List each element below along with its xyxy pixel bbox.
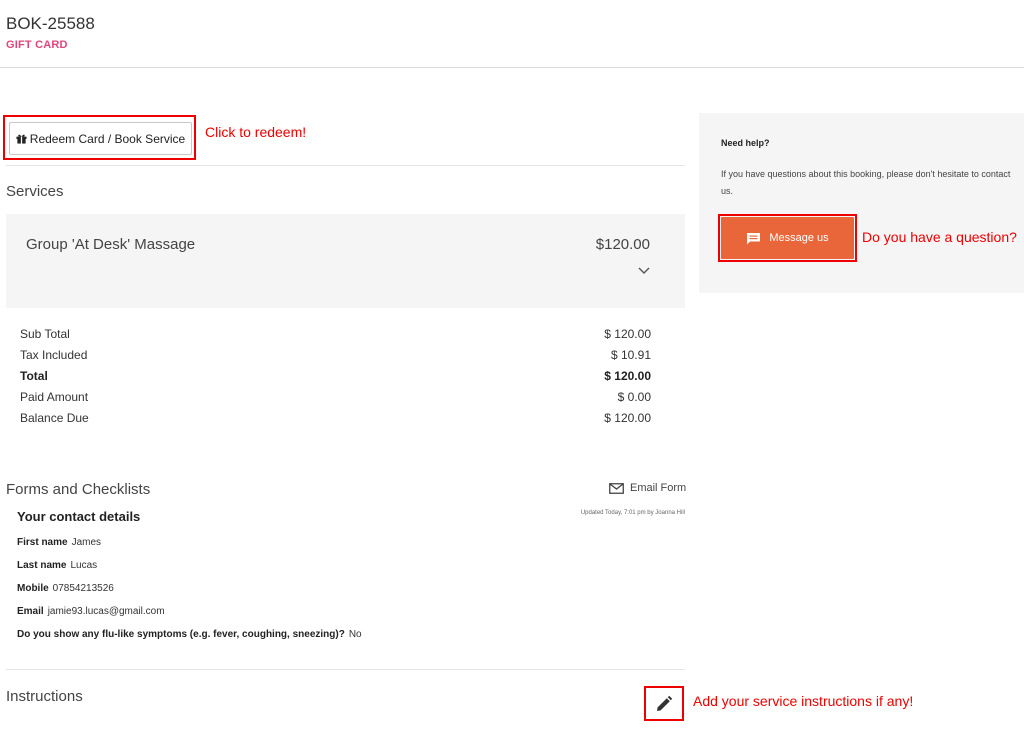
service-price: $120.00 [595,236,650,253]
field-value: jamie93.lucas@gmail.com [47,606,165,617]
message-us-button[interactable]: Message us [721,217,854,259]
email-form-link[interactable]: Email Form [609,482,686,494]
redeem-button[interactable]: Redeem Card / Book Service [9,122,192,155]
help-title: Need help? [721,138,770,148]
field-value: 07854213526 [52,583,114,594]
totals-table: Sub Total $ 120.00 Tax Included $ 10.91 … [20,324,651,428]
booking-header: BOK-25588 GIFT CARD [0,0,1024,68]
message-icon [747,232,761,244]
instructions-annotation: Add your service instructions if any! [693,693,914,709]
field-mobile: Mobile 07854213526 [17,583,114,594]
booking-type-label: GIFT CARD [6,39,68,51]
booking-id: BOK-25588 [6,14,95,33]
totals-label: Tax Included [20,348,88,363]
instructions-title: Instructions [6,688,83,705]
field-label: Do you show any flu-like symptoms (e.g. … [17,629,345,640]
field-first-name: First name James [17,537,101,548]
gift-icon [16,134,27,144]
email-form-label: Email Form [630,482,687,494]
services-title: Services [6,183,64,200]
totals-value: $ 120.00 [604,368,651,383]
chevron-down-icon[interactable] [637,266,651,276]
help-panel: Need help? If you have questions about t… [699,113,1024,293]
totals-value: $ 120.00 [604,327,651,342]
totals-row-paid: Paid Amount $ 0.00 [20,386,651,407]
service-card[interactable]: Group 'At Desk' Massage $120.00 [6,214,685,308]
totals-label: Total [20,368,48,383]
field-label: Mobile [17,583,49,594]
totals-value: $ 120.00 [604,410,651,425]
totals-row-subtotal: Sub Total $ 120.00 [20,324,651,345]
totals-label: Sub Total [20,327,70,342]
service-name: Group 'At Desk' Massage [26,236,196,253]
field-email: Email jamie93.lucas@gmail.com [17,606,165,617]
field-flu-symptoms: Do you show any flu-like symptoms (e.g. … [17,629,362,640]
field-value: No [348,629,362,640]
totals-value: $ 10.91 [610,348,651,363]
totals-row-balance: Balance Due $ 120.00 [20,407,651,428]
mail-icon [609,482,624,494]
help-text: If you have questions about this booking… [721,169,1011,196]
redeem-button-label: Redeem Card / Book Service [29,131,186,146]
field-label: First name [17,537,68,548]
pencil-icon[interactable] [655,695,673,713]
totals-value: $ 0.00 [617,389,651,404]
message-us-label: Message us [769,232,829,244]
field-label: Last name [17,560,67,571]
field-last-name: Last name Lucas [17,560,97,571]
field-value: Lucas [70,560,98,571]
totals-row-tax: Tax Included $ 10.91 [20,345,651,366]
message-annotation: Do you have a question? [862,229,1017,245]
field-label: Email [17,606,44,617]
updated-timestamp: Updated Today, 7:01 pm by Joanna Hill [580,510,685,516]
field-value: James [71,537,102,548]
divider [6,165,685,166]
totals-label: Paid Amount [20,389,89,404]
totals-row-total: Total $ 120.00 [20,366,651,387]
forms-title: Forms and Checklists [6,481,151,498]
divider [6,669,685,670]
totals-label: Balance Due [20,410,89,425]
contact-details-title: Your contact details [17,509,141,524]
redeem-annotation: Click to redeem! [205,124,307,140]
